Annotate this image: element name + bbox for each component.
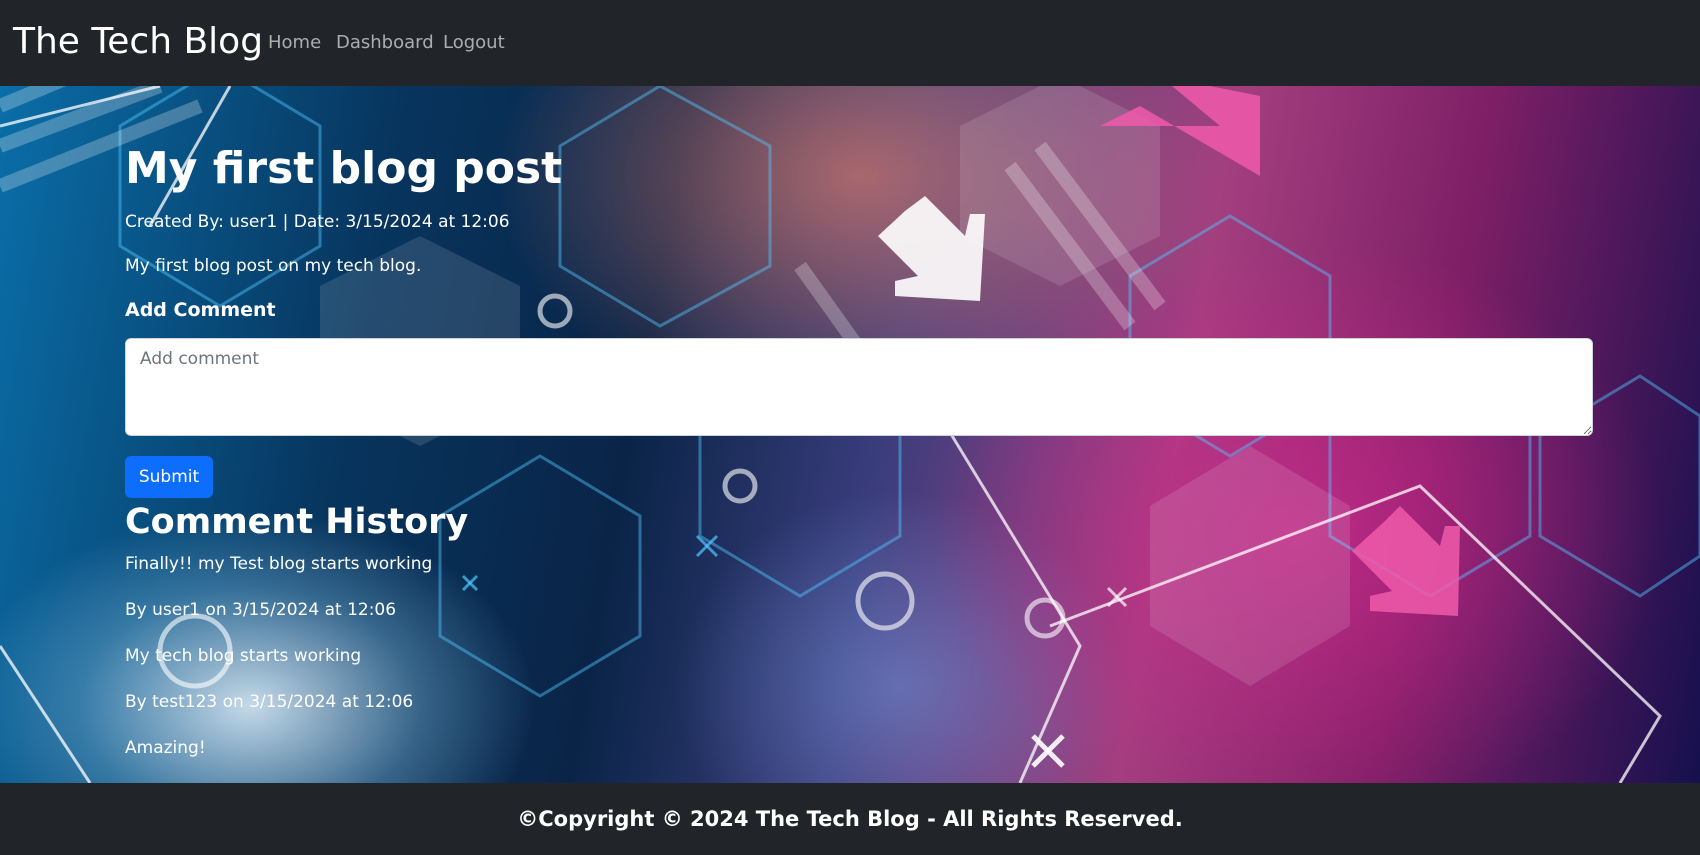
post-title: My first blog post xyxy=(125,143,563,194)
post-meta: Created By: user1 | Date: 3/15/2024 at 1… xyxy=(125,212,510,232)
comment-input[interactable] xyxy=(125,338,1593,436)
comment-byline: By user1 on 3/15/2024 at 12:06 xyxy=(125,600,397,620)
hero-background: My first blog post Created By: user1 | D… xyxy=(0,86,1700,783)
add-comment-label: Add Comment xyxy=(125,299,276,321)
comment-history-title: Comment History xyxy=(125,502,469,542)
comment-text: Amazing! xyxy=(125,738,206,758)
navbar: The Tech Blog Home Dashboard Logout xyxy=(0,0,1700,86)
comment-list: Finally!! my Test blog starts working By… xyxy=(125,552,432,782)
copyright-text: ©Copyright © 2024 The Tech Blog - All Ri… xyxy=(517,807,1183,831)
comment-text: My tech blog starts working xyxy=(125,646,362,666)
nav-logout-link[interactable]: Logout xyxy=(443,31,505,55)
comment-byline: By test123 on 3/15/2024 at 12:06 xyxy=(125,692,414,712)
brand-link[interactable]: The Tech Blog xyxy=(13,20,263,64)
submit-button[interactable]: Submit xyxy=(125,456,213,498)
footer: ©Copyright © 2024 The Tech Blog - All Ri… xyxy=(0,783,1700,855)
nav-dashboard-link[interactable]: Dashboard xyxy=(336,31,434,55)
comment-text: Finally!! my Test blog starts working xyxy=(125,554,433,574)
nav-home-link[interactable]: Home xyxy=(268,31,321,55)
post-body: My first blog post on my tech blog. xyxy=(125,256,422,276)
